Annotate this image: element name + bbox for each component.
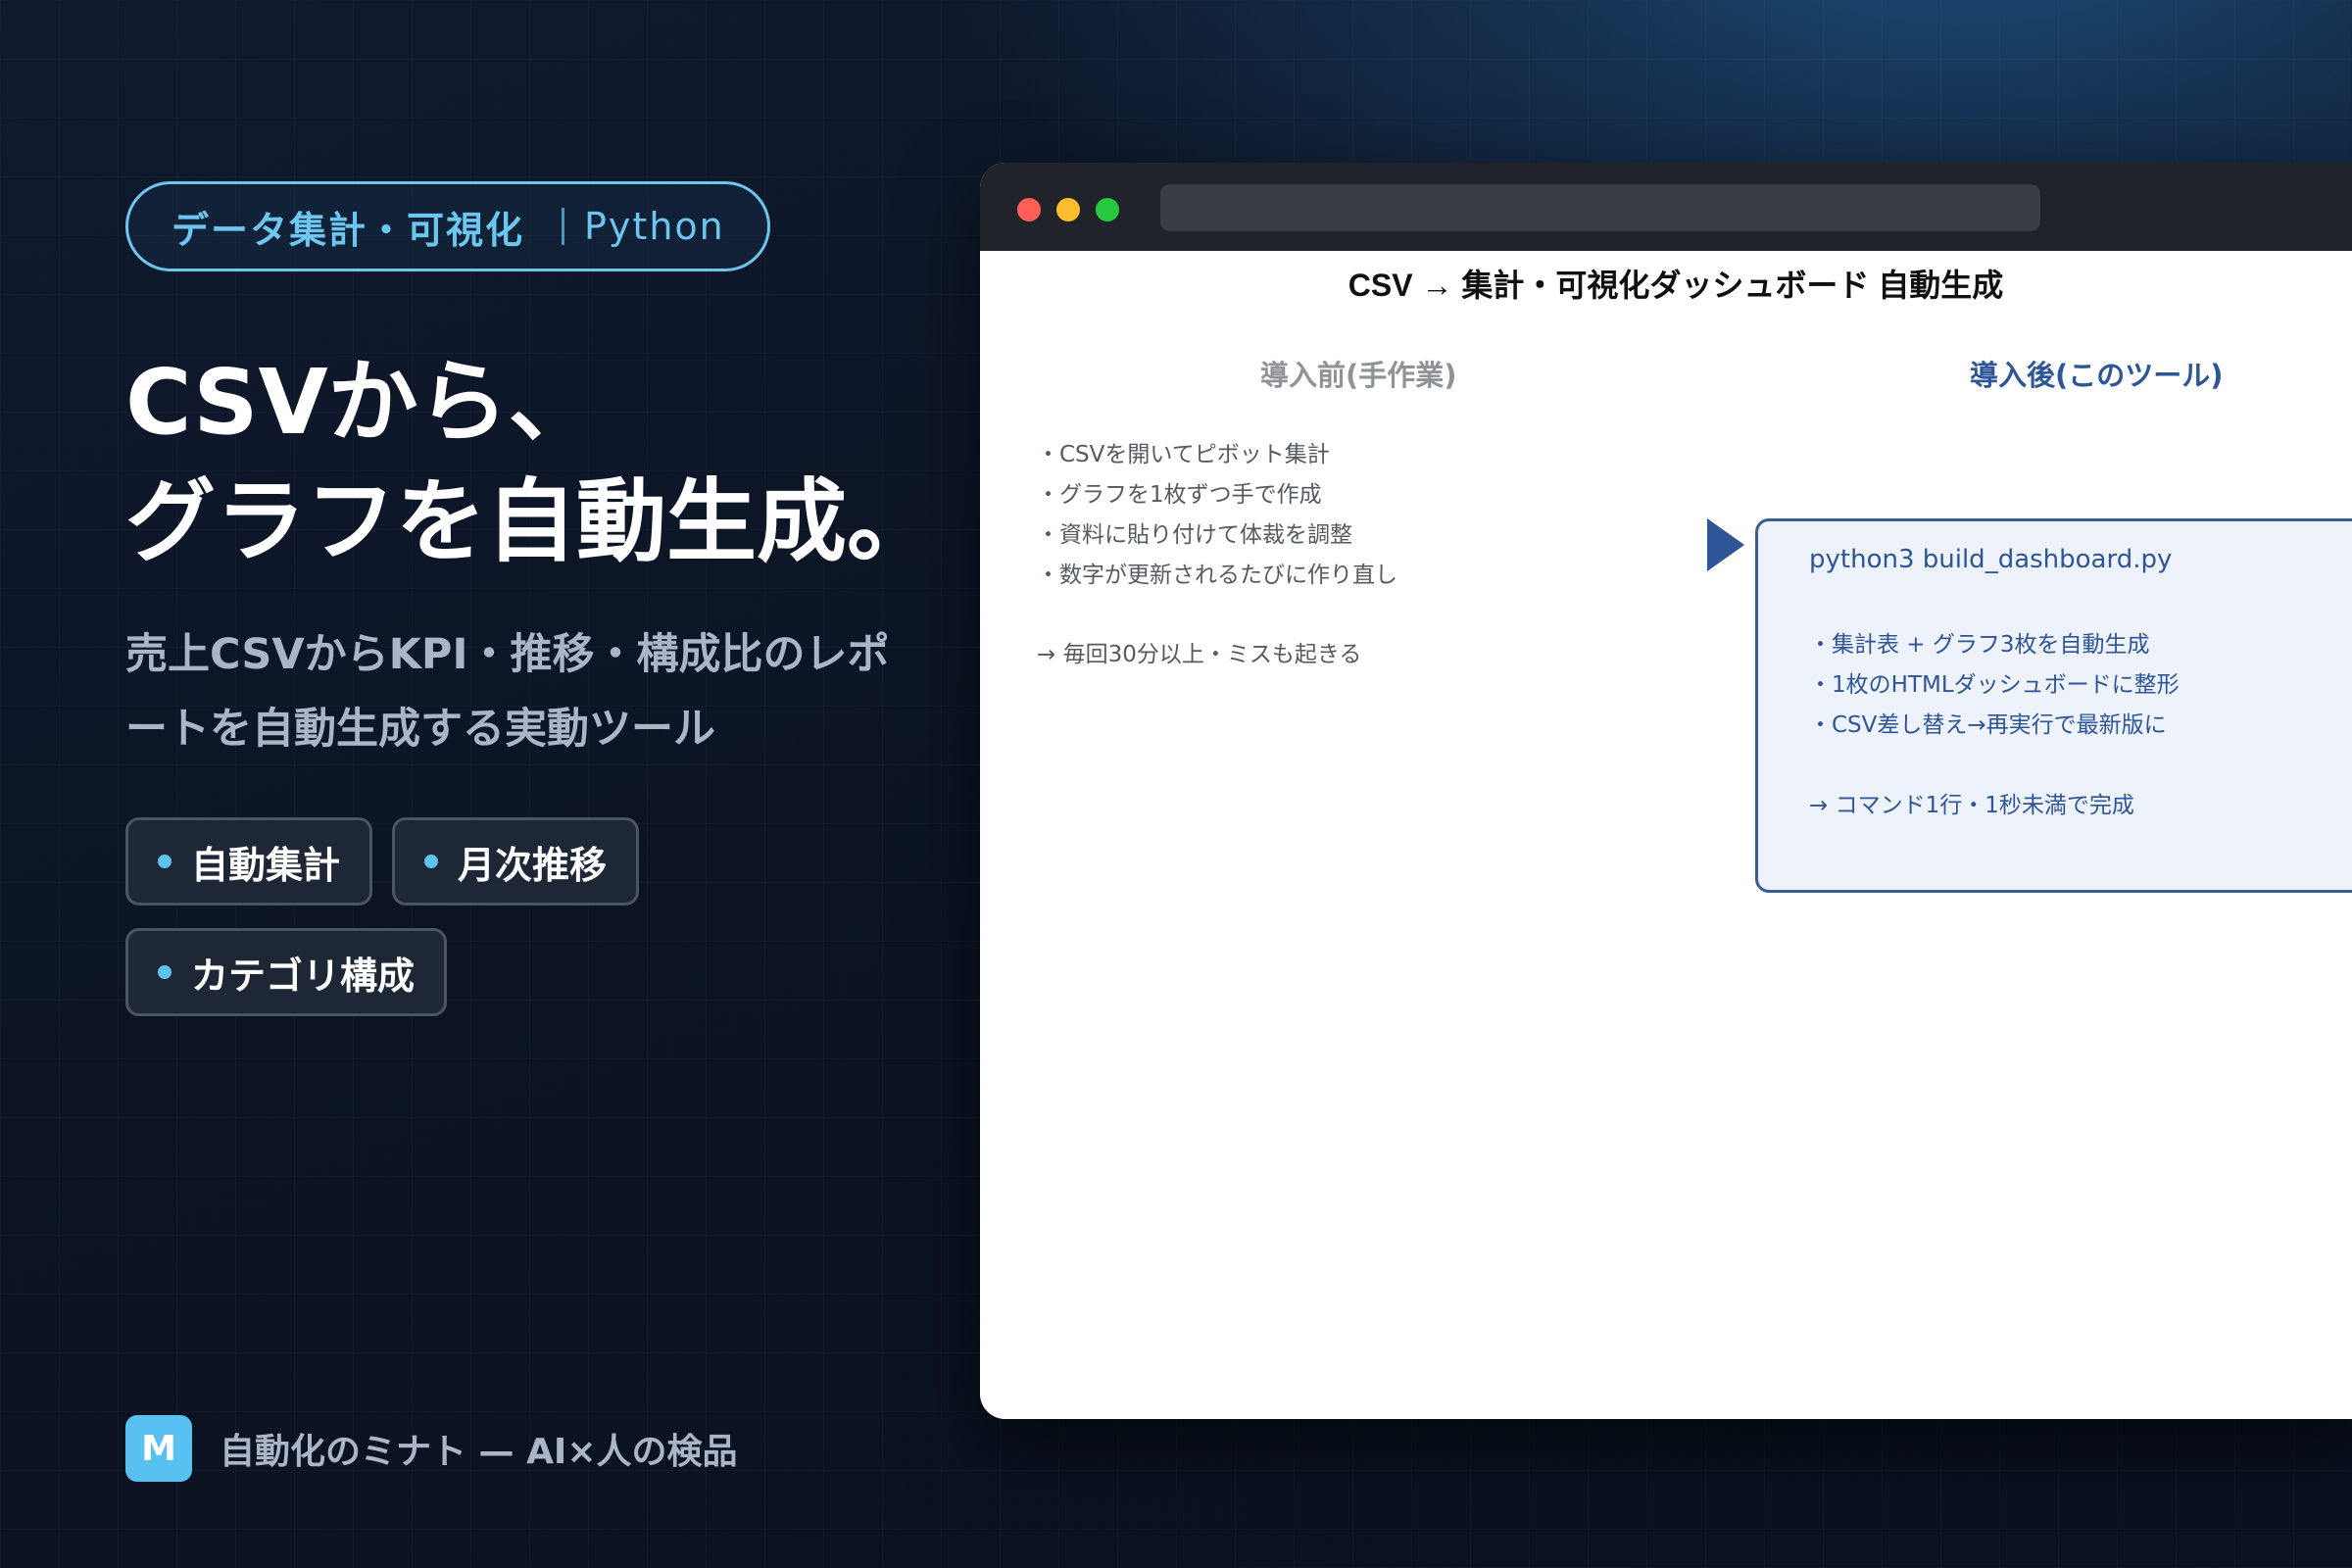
headline: CSVから、 グラフを自動生成。 [125,343,937,582]
before-list: ・CSVを開いてピボット集計 ・グラフを1枚ずつ手で作成 ・資料に貼り付けて体裁… [1037,435,1397,596]
window-content: CSV → 集計・可視化ダッシュボード 自動生成 導入前(手作業) 導入後(この… [980,251,2352,1419]
list-item: ・CSVを開いてピボット集計 [1037,442,1330,467]
address-bar[interactable] [1160,184,2040,231]
maximize-window-icon[interactable] [1096,198,1119,221]
headline-line-2: グラフを自動生成。 [125,469,938,574]
tag-main-label: データ集計・可視化 [172,208,525,252]
before-heading: 導入前(手作業) [1260,359,1457,392]
list-item: ・集計表 + グラフ3枚を自動生成 [1809,632,2150,658]
before-note: → 毎回30分以上・ミスも起きる [1037,642,1362,667]
tag-divider [562,208,565,245]
chip-label: 月次推移 [458,843,608,887]
after-heading: 導入後(このツール) [1970,359,2224,392]
list-item: ・数字が更新されるたびに作り直し [1037,563,1397,588]
feature-chip-monthly-trend: 月次推移 [392,817,639,906]
browser-window: CSV → 集計・可視化ダッシュボード 自動生成 導入前(手作業) 導入後(この… [980,163,2352,1419]
chip-label: カテゴリ構成 [191,954,416,998]
feature-chip-category-breakdown: カテゴリ構成 [125,928,447,1016]
headline-line-1: CSVから、 [125,350,599,455]
list-item: ・資料に貼り付けて体裁を調整 [1037,522,1352,548]
category-tag: データ集計・可視化 Python [125,181,770,271]
list-item: ・1枚のHTMLダッシュボードに整形 [1809,672,2180,698]
list-item: ・グラフを1枚ずつ手で作成 [1037,482,1322,508]
bullet-dot-icon [158,855,172,868]
brand-logo-icon: M [125,1415,192,1482]
feature-chip-auto-aggregate: 自動集計 [125,817,372,906]
bullet-dot-icon [424,855,438,868]
description: 売上CSVからKPI・推移・構成比のレポートを自動生成する実動ツール [125,630,890,754]
close-window-icon[interactable] [1017,198,1041,221]
arrow-right-icon [1707,518,1744,571]
command-text: python3 build_dashboard.py [1809,545,2173,574]
after-note: → コマンド1行・1秒未満で完成 [1809,793,2134,818]
chip-label: 自動集計 [191,843,341,887]
bullet-dot-icon [158,965,172,979]
after-list: ・集計表 + グラフ3枚を自動生成 ・1枚のHTMLダッシュボードに整形 ・CS… [1809,625,2180,746]
brand-footer: M 自動化のミナト — AI×人の検品 [125,1415,738,1482]
page-title: CSV → 集計・可視化ダッシュボード 自動生成 [1348,268,2004,303]
brand-text: 自動化のミナト — AI×人の検品 [220,1432,738,1472]
minimize-window-icon[interactable] [1056,198,1080,221]
window-titlebar [980,163,2352,251]
tag-language-label: Python [584,205,725,248]
list-item: ・CSV差し替え→再実行で最新版に [1809,712,2167,738]
after-panel: python3 build_dashboard.py ・集計表 + グラフ3枚を… [1755,518,2352,893]
